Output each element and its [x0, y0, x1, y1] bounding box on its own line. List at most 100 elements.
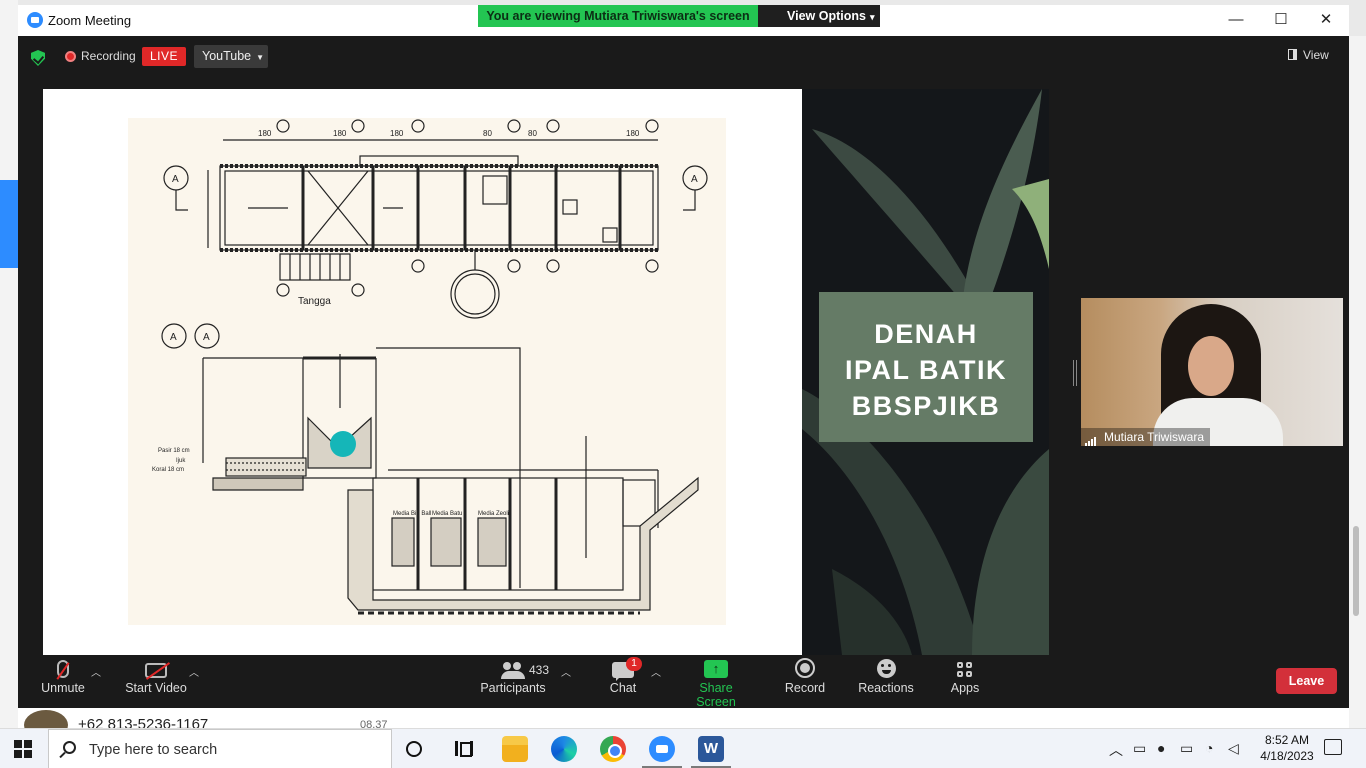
background-scrollbar[interactable]	[1353, 526, 1359, 616]
start-video-button[interactable]: Start Video	[123, 655, 189, 705]
reactions-button[interactable]: Reactions	[857, 655, 915, 705]
dim-top-2: 180	[333, 129, 347, 138]
speaker-video-tile[interactable]: Mutiara Triwiswara	[1081, 298, 1343, 446]
title-bar: Zoom Meeting You are viewing Mutiara Tri…	[18, 5, 1349, 36]
layer-label-sand: Pasir 18 cm	[158, 448, 190, 454]
media-label-bioball: Media Bio Ball	[393, 511, 431, 517]
chrome-browser-icon[interactable]	[600, 736, 626, 762]
smiley-icon	[876, 659, 896, 678]
taskbar-search-box[interactable]: Type here to search	[48, 729, 392, 768]
dim-top-4: 80	[483, 129, 492, 138]
slide-title-line-3: BBSPJIKB	[851, 391, 1001, 421]
dim-top-1: 180	[258, 129, 272, 138]
view-options-label: View Options	[787, 9, 866, 23]
section-mark-a-right: A	[691, 174, 698, 185]
video-options-caret[interactable]: ︿	[189, 664, 199, 679]
audio-options-caret[interactable]: ︿	[91, 664, 101, 679]
record-label: Record	[784, 681, 826, 695]
section-aa-right: A	[203, 332, 210, 343]
tray-overflow-chevron-icon[interactable]: ︿	[1109, 740, 1123, 760]
background-app-left-strip	[0, 0, 18, 728]
viewing-screen-banner: You are viewing Mutiara Triwiswara's scr…	[478, 5, 758, 27]
background-app-right-strip	[1349, 36, 1366, 728]
engineering-drawing: A A A A Tangga 180 180 180 80 80 180 Pas…	[128, 118, 726, 625]
section-aa-left: A	[170, 332, 177, 343]
unmute-label: Unmute	[41, 681, 85, 695]
apps-icon	[957, 662, 973, 678]
zoom-app-icon	[27, 12, 43, 28]
zoom-window: Zoom Meeting You are viewing Mutiara Tri…	[18, 5, 1349, 709]
cortana-icon[interactable]	[406, 741, 422, 757]
zoom-taskbar-icon[interactable]	[649, 736, 675, 762]
view-options-button[interactable]: View Options ▾	[758, 5, 880, 27]
chat-unread-badge: 1	[626, 657, 642, 671]
close-button[interactable]: ✕	[1311, 10, 1341, 30]
search-placeholder: Type here to search	[89, 742, 218, 758]
live-badge[interactable]: LIVE	[142, 47, 186, 66]
dim-top-6: 180	[626, 129, 640, 138]
stream-target-dropdown[interactable]: YouTube ▼	[194, 45, 268, 68]
shared-screen: A A A A Tangga 180 180 180 80 80 180 Pas…	[43, 89, 1049, 655]
leave-button[interactable]: Leave	[1276, 668, 1337, 694]
view-button[interactable]: View	[1288, 48, 1329, 62]
section-mark-a-left: A	[172, 174, 179, 185]
speaker-face	[1188, 336, 1234, 396]
clock-date: 4/18/2023	[1260, 749, 1314, 763]
media-label-stone: Media Batu	[432, 511, 462, 517]
start-video-label: Start Video	[125, 681, 187, 695]
participants-label: Participants	[480, 681, 546, 695]
record-button[interactable]: Record	[783, 655, 827, 705]
file-explorer-icon[interactable]	[502, 736, 528, 762]
layer-label-coral: Koral 18 cm	[152, 467, 184, 473]
signal-strength-icon	[1085, 429, 1099, 446]
windows-start-icon[interactable]	[14, 740, 32, 758]
record-icon	[795, 658, 815, 678]
dim-top-3: 180	[390, 129, 404, 138]
apps-button[interactable]: Apps	[948, 655, 982, 705]
chat-label: Chat	[609, 681, 637, 695]
reactions-label: Reactions	[858, 681, 914, 695]
panel-resize-handle[interactable]	[1073, 360, 1077, 386]
chevron-down-icon: ▾	[869, 12, 875, 22]
taskbar-clock[interactable]: 8:52 AM 4/18/2023	[1254, 732, 1320, 764]
share-screen-button[interactable]: ↑ Share Screen	[678, 655, 754, 709]
annotation-pointer	[330, 431, 356, 457]
stream-target-label: YouTube	[202, 49, 252, 63]
word-icon[interactable]: W	[698, 736, 724, 762]
battery-icon[interactable]: ▭	[1180, 740, 1193, 757]
share-screen-label: Share Screen	[696, 681, 736, 709]
edge-browser-icon[interactable]	[551, 736, 577, 762]
layout-icon	[1288, 49, 1297, 60]
microphone-muted-icon	[57, 660, 69, 678]
security-shield-icon[interactable]	[31, 50, 45, 66]
recording-icon	[65, 51, 76, 62]
notification-center-icon[interactable]	[1324, 739, 1342, 755]
unmute-button[interactable]: Unmute	[36, 655, 90, 705]
clock-time: 8:52 AM	[1264, 733, 1310, 747]
background-chat-row[interactable]: +62 813-5236-1167 08.37	[18, 708, 1349, 740]
participants-options-caret[interactable]: ︿	[561, 664, 571, 679]
chat-options-caret[interactable]: ︿	[651, 664, 661, 679]
slide-title-box: DENAH IPAL BATIK BBSPJIKB	[819, 292, 1033, 442]
meet-now-icon[interactable]: ▭	[1133, 740, 1146, 757]
minimize-button[interactable]: —	[1221, 10, 1251, 30]
stairs-label: Tangga	[298, 296, 331, 307]
dim-top-5: 80	[528, 129, 537, 138]
maximize-button[interactable]: ☐	[1266, 10, 1296, 30]
caret-down-icon: ▼	[256, 53, 265, 62]
speaker-name: Mutiara Triwiswara	[1104, 430, 1205, 444]
view-label: View	[1303, 48, 1329, 62]
search-icon	[63, 741, 76, 754]
volume-muted-icon[interactable]: ◁	[1228, 740, 1239, 757]
task-view-icon[interactable]	[455, 741, 473, 757]
participant-count: 433	[529, 663, 550, 677]
media-label-zeolite: Media Zeolit	[478, 511, 511, 517]
microphone-in-use-icon[interactable]: ●	[1157, 740, 1165, 756]
windows-taskbar: Type here to search W ︿ ▭ ● ▭ ◔ ◁ 8:52 A…	[0, 728, 1366, 768]
slide-title-line-1: DENAH	[874, 319, 978, 349]
camera-off-icon	[145, 663, 167, 678]
share-arrow-icon: ↑	[704, 660, 728, 678]
layer-label-fiber: Ijuk	[176, 458, 186, 464]
wifi-icon[interactable]: ◔	[1205, 740, 1213, 756]
apps-label: Apps	[950, 681, 980, 695]
